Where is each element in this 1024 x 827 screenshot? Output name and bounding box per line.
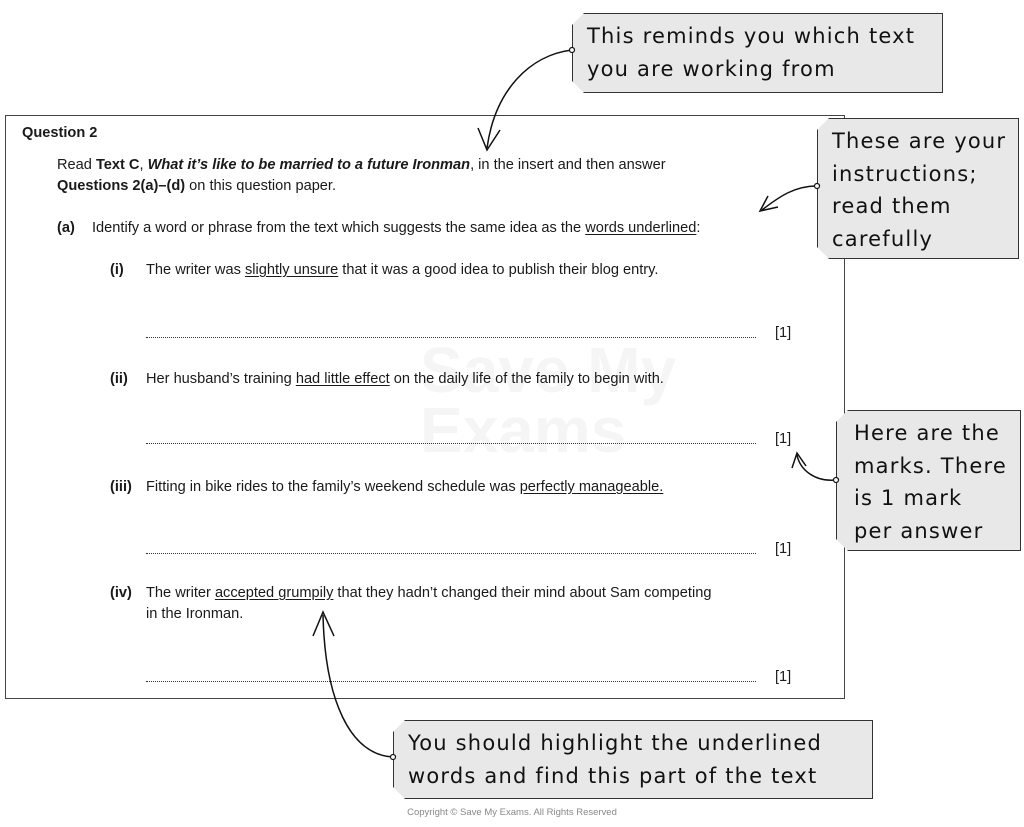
copyright: Copyright © Save My Exams. All Rights Re… xyxy=(407,807,617,818)
annotation-arrows xyxy=(312,46,840,761)
arrow-to-marks xyxy=(796,454,837,481)
connector-dot xyxy=(813,182,821,190)
arrow-to-underlined xyxy=(322,614,394,758)
arrow-to-text-title xyxy=(486,49,573,149)
connector-dot xyxy=(389,753,397,761)
connector-dot xyxy=(832,476,840,484)
arrow-to-instructions xyxy=(761,185,818,211)
connector-dot xyxy=(568,46,576,54)
